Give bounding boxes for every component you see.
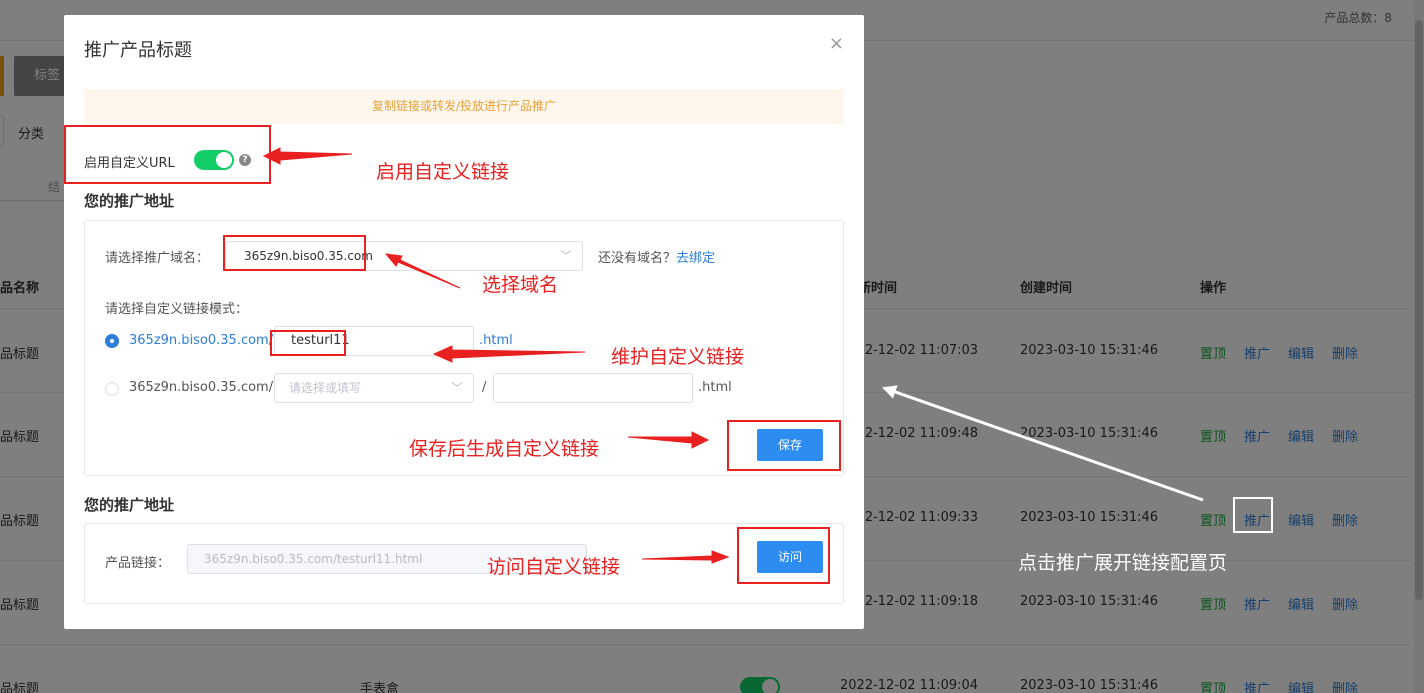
- arrow-save: [627, 431, 710, 449]
- arrow-domain: [384, 253, 461, 289]
- annotation-arrows: [262, 147, 1204, 564]
- arrow-path: [432, 345, 586, 363]
- arrow-enable: [262, 147, 353, 165]
- arrow-promote: [882, 385, 1204, 502]
- arrow-visit: [641, 550, 730, 564]
